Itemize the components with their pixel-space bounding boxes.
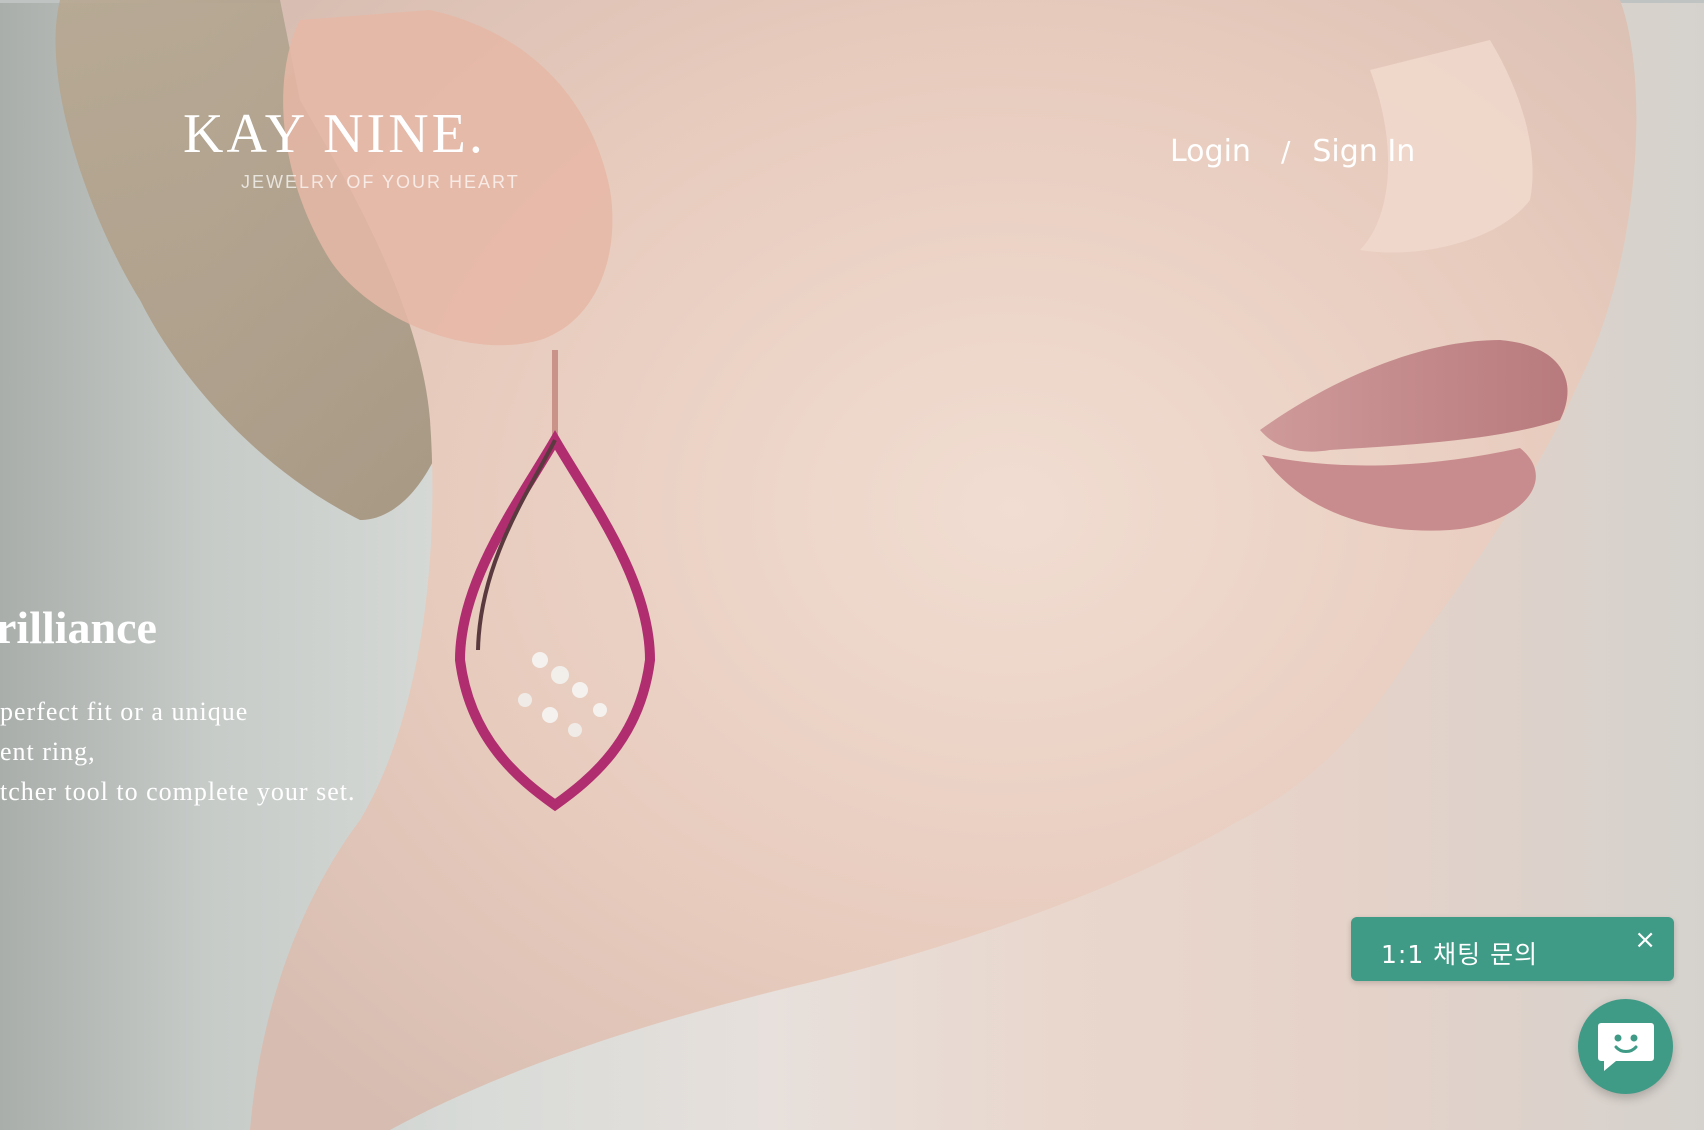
chat-banner[interactable]: 1:1 채팅 문의 × xyxy=(1351,917,1674,981)
hero-line: tcher tool to complete your set. xyxy=(0,777,356,806)
close-icon[interactable]: × xyxy=(1634,925,1656,955)
logo-tagline: JEWELRY OF YOUR HEART xyxy=(241,172,520,192)
nav-separator: / xyxy=(1280,135,1291,168)
hero-copy: rilliance perfect fit or a unique ent ri… xyxy=(0,600,355,812)
auth-nav: Login / Sign In xyxy=(1170,134,1415,169)
brand-logo[interactable]: KAY NINE. JEWELRY OF YOUR HEART xyxy=(183,104,543,193)
signin-link[interactable]: Sign In xyxy=(1312,134,1415,169)
hero-title: rilliance xyxy=(0,602,157,653)
hero-lines: perfect fit or a unique ent ring, tcher … xyxy=(0,692,355,812)
login-link[interactable]: Login xyxy=(1170,134,1251,169)
chat-launcher-button[interactable] xyxy=(1578,999,1673,1094)
hero-line: ent ring, xyxy=(0,737,96,766)
landing-page: KAY NINE. JEWELRY OF YOUR HEART Login / … xyxy=(0,0,1704,1130)
logo-text: KAY NINE. xyxy=(183,103,486,165)
hero-line: perfect fit or a unique xyxy=(0,697,249,726)
chat-bubble-smile-icon xyxy=(1598,1023,1654,1071)
chat-banner-label: 1:1 채팅 문의 xyxy=(1381,940,1539,969)
